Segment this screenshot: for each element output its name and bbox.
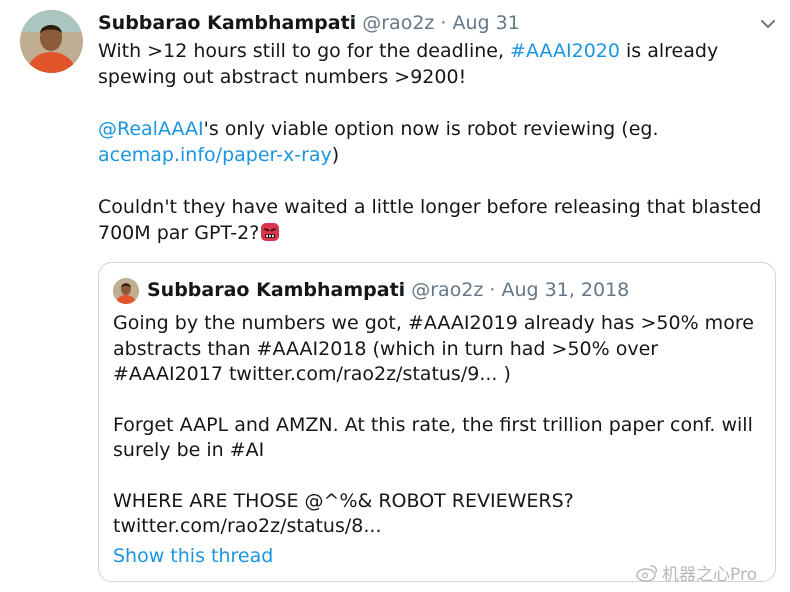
header-separator: · xyxy=(434,12,453,34)
tweet-text-segment: With >12 hours still to go for the deadl… xyxy=(98,40,511,62)
watermark-text: 机器之心Pro xyxy=(662,565,757,585)
url-link[interactable]: acemap.info/paper-x-ray xyxy=(98,144,332,166)
tweet-text-segment: ) xyxy=(331,144,340,166)
angry-face-with-symbols-icon xyxy=(261,223,280,241)
hashtag-link[interactable]: #AAAI2020 xyxy=(510,40,620,62)
author-name[interactable]: Subbarao Kambhampati xyxy=(98,12,356,34)
quoted-separator: · xyxy=(483,279,502,301)
tweet-text: With >12 hours still to go for the deadl… xyxy=(98,38,778,246)
tweet-header: Subbarao Kambhampati @rao2z · Aug 31 xyxy=(98,12,520,34)
tweet-date[interactable]: Aug 31 xyxy=(453,12,520,34)
quoted-text: Going by the numbers we got, #AAAI2019 a… xyxy=(113,311,773,540)
watermark: 机器之心Pro xyxy=(636,560,757,585)
mention-link[interactable]: @RealAAAI xyxy=(98,118,204,140)
show-thread-link[interactable]: Show this thread xyxy=(113,545,273,567)
author-avatar[interactable] xyxy=(20,10,83,73)
quoted-tweet[interactable]: Subbarao Kambhampati @rao2z · Aug 31, 20… xyxy=(98,262,776,582)
quoted-paragraph-1: Going by the numbers we got, #AAAI2019 a… xyxy=(113,312,754,385)
quoted-author-name: Subbarao Kambhampati xyxy=(147,279,406,301)
quoted-author-handle: @rao2z xyxy=(411,279,484,301)
quoted-author-avatar xyxy=(113,278,139,304)
weibo-icon xyxy=(636,564,657,582)
chevron-down-icon[interactable] xyxy=(758,14,778,34)
tweet-paragraph-1: With >12 hours still to go for the deadl… xyxy=(98,38,778,90)
tweet-text-segment: Couldn't they have waited a little longe… xyxy=(98,196,762,244)
quoted-date: Aug 31, 2018 xyxy=(501,279,630,301)
author-handle[interactable]: @rao2z xyxy=(362,12,434,34)
quoted-header: Subbarao Kambhampati @rao2z · Aug 31, 20… xyxy=(147,279,629,301)
quoted-paragraph-3: WHERE ARE THOSE @^%& ROBOT REVIEWERS? tw… xyxy=(113,489,574,538)
tweet-paragraph-2: @RealAAAI's only viable option now is ro… xyxy=(98,116,778,168)
tweet-text-segment: 's only viable option now is robot revie… xyxy=(203,118,659,140)
tweet-paragraph-3: Couldn't they have waited a little longe… xyxy=(98,194,778,246)
quoted-paragraph-2: Forget AAPL and AMZN. At this rate, the … xyxy=(113,413,753,462)
